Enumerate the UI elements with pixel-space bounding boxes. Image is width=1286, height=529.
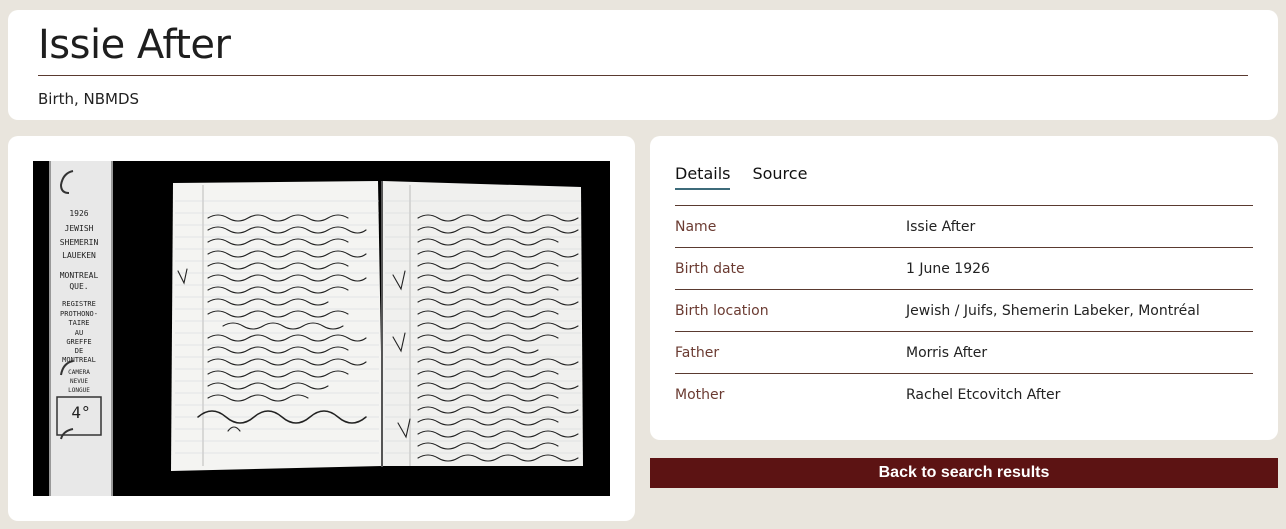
strip-label: MONTREAL <box>62 356 96 364</box>
strip-label: REGISTRE <box>62 300 96 308</box>
record-scan-image[interactable]: 1926 JEWISH SHEMERIN LAUEKEN MONTREAL QU… <box>33 161 610 496</box>
detail-row-name: Name Issie After <box>675 205 1253 247</box>
detail-label: Mother <box>675 386 725 403</box>
detail-row-birth-location: Birth location Jewish / Juifs, Shemerin … <box>675 289 1253 331</box>
strip-label: JEWISH <box>65 224 94 233</box>
record-type-subtitle: Birth, NBMDS <box>38 90 140 108</box>
strip-label: CAMERA <box>68 369 90 376</box>
strip-label: QUE. <box>69 282 88 291</box>
strip-label: LAUEKEN <box>62 251 96 260</box>
back-to-search-button[interactable]: Back to search results <box>650 458 1278 488</box>
tab-source[interactable]: Source <box>752 164 807 190</box>
detail-row-birth-date: Birth date 1 June 1926 <box>675 247 1253 289</box>
detail-value: Morris After <box>906 344 988 361</box>
details-list: Name Issie After Birth date 1 June 1926 … <box>675 205 1253 415</box>
detail-row-mother: Mother Rachel Etcovitch After <box>675 373 1253 415</box>
strip-label: 1926 <box>69 209 88 218</box>
strip-label: AU <box>75 329 83 337</box>
detail-value: Jewish / Juifs, Shemerin Labeker, Montré… <box>906 302 1200 319</box>
detail-value: 1 June 1926 <box>906 260 990 277</box>
strip-label: DE <box>75 347 83 355</box>
strip-label: LONGUE <box>68 387 90 394</box>
title-divider <box>38 75 1248 76</box>
strip-label: PROTHONO- <box>60 310 98 318</box>
tab-bar: Details Source <box>675 164 807 190</box>
tab-details[interactable]: Details <box>675 164 731 190</box>
header-card: Issie After Birth, NBMDS <box>8 10 1278 120</box>
image-card: 1926 JEWISH SHEMERIN LAUEKEN MONTREAL QU… <box>8 136 635 521</box>
detail-label: Birth location <box>675 302 769 319</box>
detail-label: Father <box>675 344 720 361</box>
detail-value: Issie After <box>906 218 976 235</box>
strip-label: SHEMERIN <box>60 238 99 247</box>
ledger-scan-graphic: 1926 JEWISH SHEMERIN LAUEKEN MONTREAL QU… <box>33 161 610 496</box>
detail-label: Name <box>675 218 717 235</box>
detail-label: Birth date <box>675 260 745 277</box>
strip-label: GREFFE <box>66 338 91 346</box>
page-title: Issie After <box>38 22 231 68</box>
details-card: Details Source Name Issie After Birth da… <box>650 136 1278 440</box>
strip-label: TAIRE <box>68 319 89 327</box>
strip-label: NEVUE <box>70 378 88 385</box>
strip-label: 4° <box>71 403 90 422</box>
detail-row-father: Father Morris After <box>675 331 1253 373</box>
detail-value: Rachel Etcovitch After <box>906 386 1061 403</box>
strip-label: MONTREAL <box>60 271 99 280</box>
